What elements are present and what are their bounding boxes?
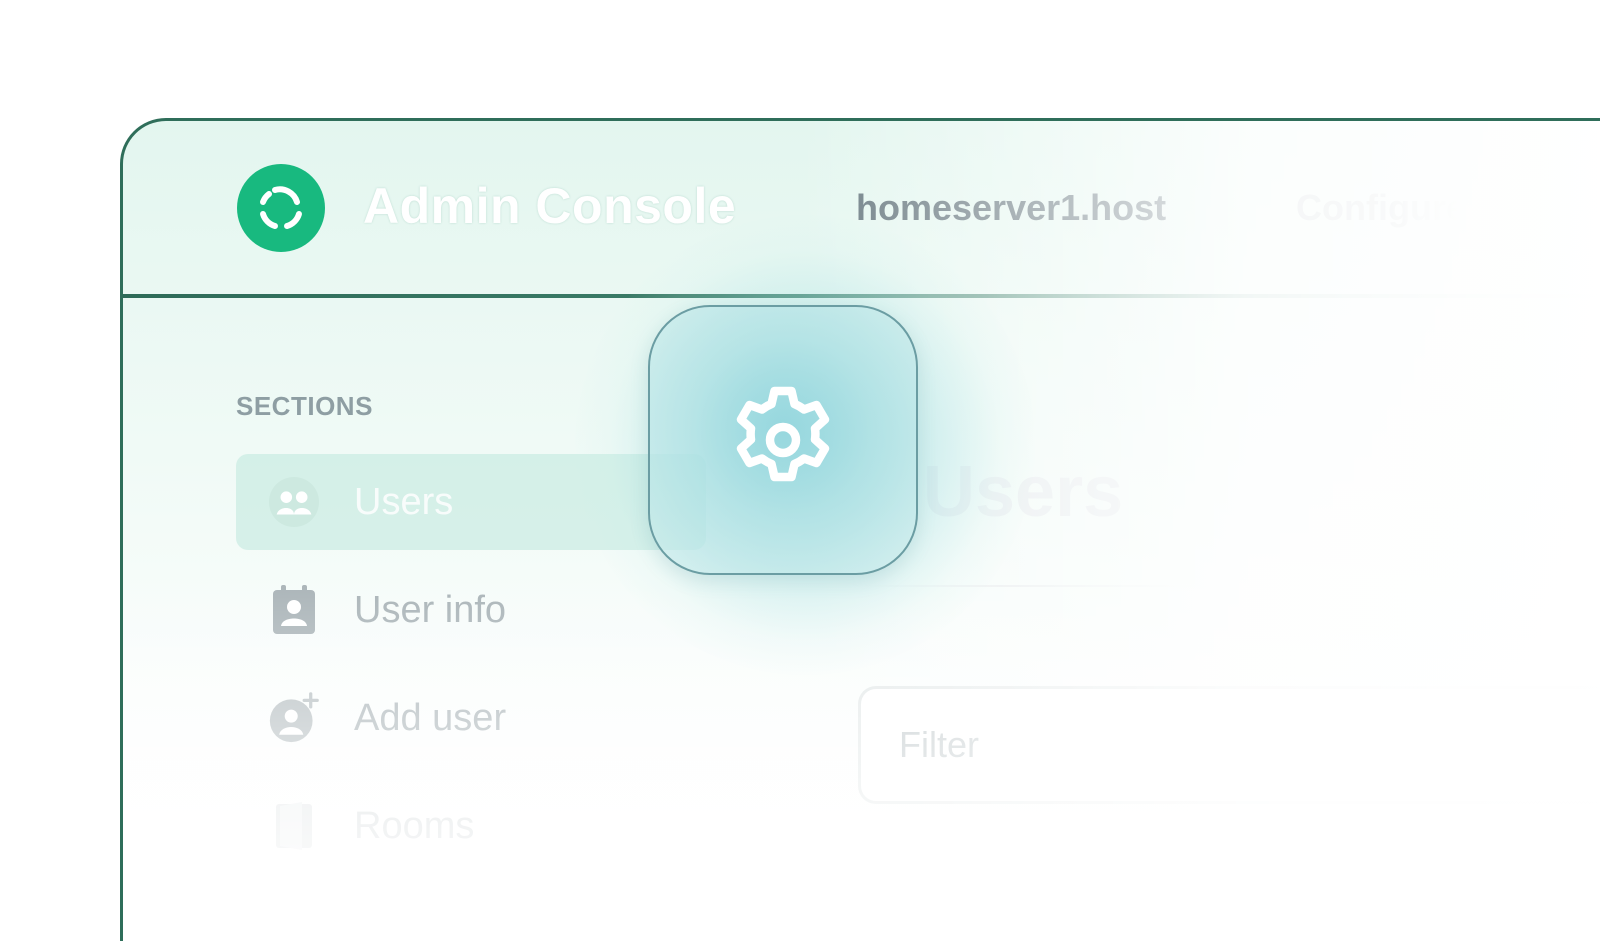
- contact-badge-icon: [268, 584, 320, 636]
- door-icon: [268, 800, 320, 852]
- filter-field[interactable]: [858, 686, 1600, 804]
- sidebar-item-label: Rooms: [354, 804, 475, 847]
- configure-link[interactable]: Configure: [1296, 187, 1471, 229]
- filter-input[interactable]: [861, 689, 1600, 801]
- sidebar-item-rooms[interactable]: Rooms: [236, 778, 706, 874]
- heading-divider: [863, 585, 1203, 587]
- server-name-link[interactable]: homeserver1.host: [856, 187, 1166, 229]
- element-logo-icon: [260, 186, 302, 229]
- settings-button[interactable]: [648, 305, 918, 575]
- add-user-icon: [268, 692, 320, 744]
- users-icon: [268, 476, 320, 528]
- header-divider: [123, 294, 1600, 298]
- sidebar-item-user-info[interactable]: User info: [236, 562, 706, 658]
- app-logo[interactable]: [237, 164, 325, 252]
- sidebar-item-label: User info: [354, 588, 507, 631]
- sidebar-item-label: Add user: [354, 696, 507, 739]
- gear-icon: [736, 386, 830, 482]
- app-title: Admin Console: [363, 178, 737, 234]
- sidebar-item-label: Users: [354, 480, 454, 523]
- sidebar-item-users[interactable]: Users: [236, 454, 706, 550]
- page-title: Users: [923, 452, 1124, 532]
- sections-heading: SECTIONS: [236, 391, 373, 421]
- sidebar-item-add-user[interactable]: Add user: [236, 670, 706, 766]
